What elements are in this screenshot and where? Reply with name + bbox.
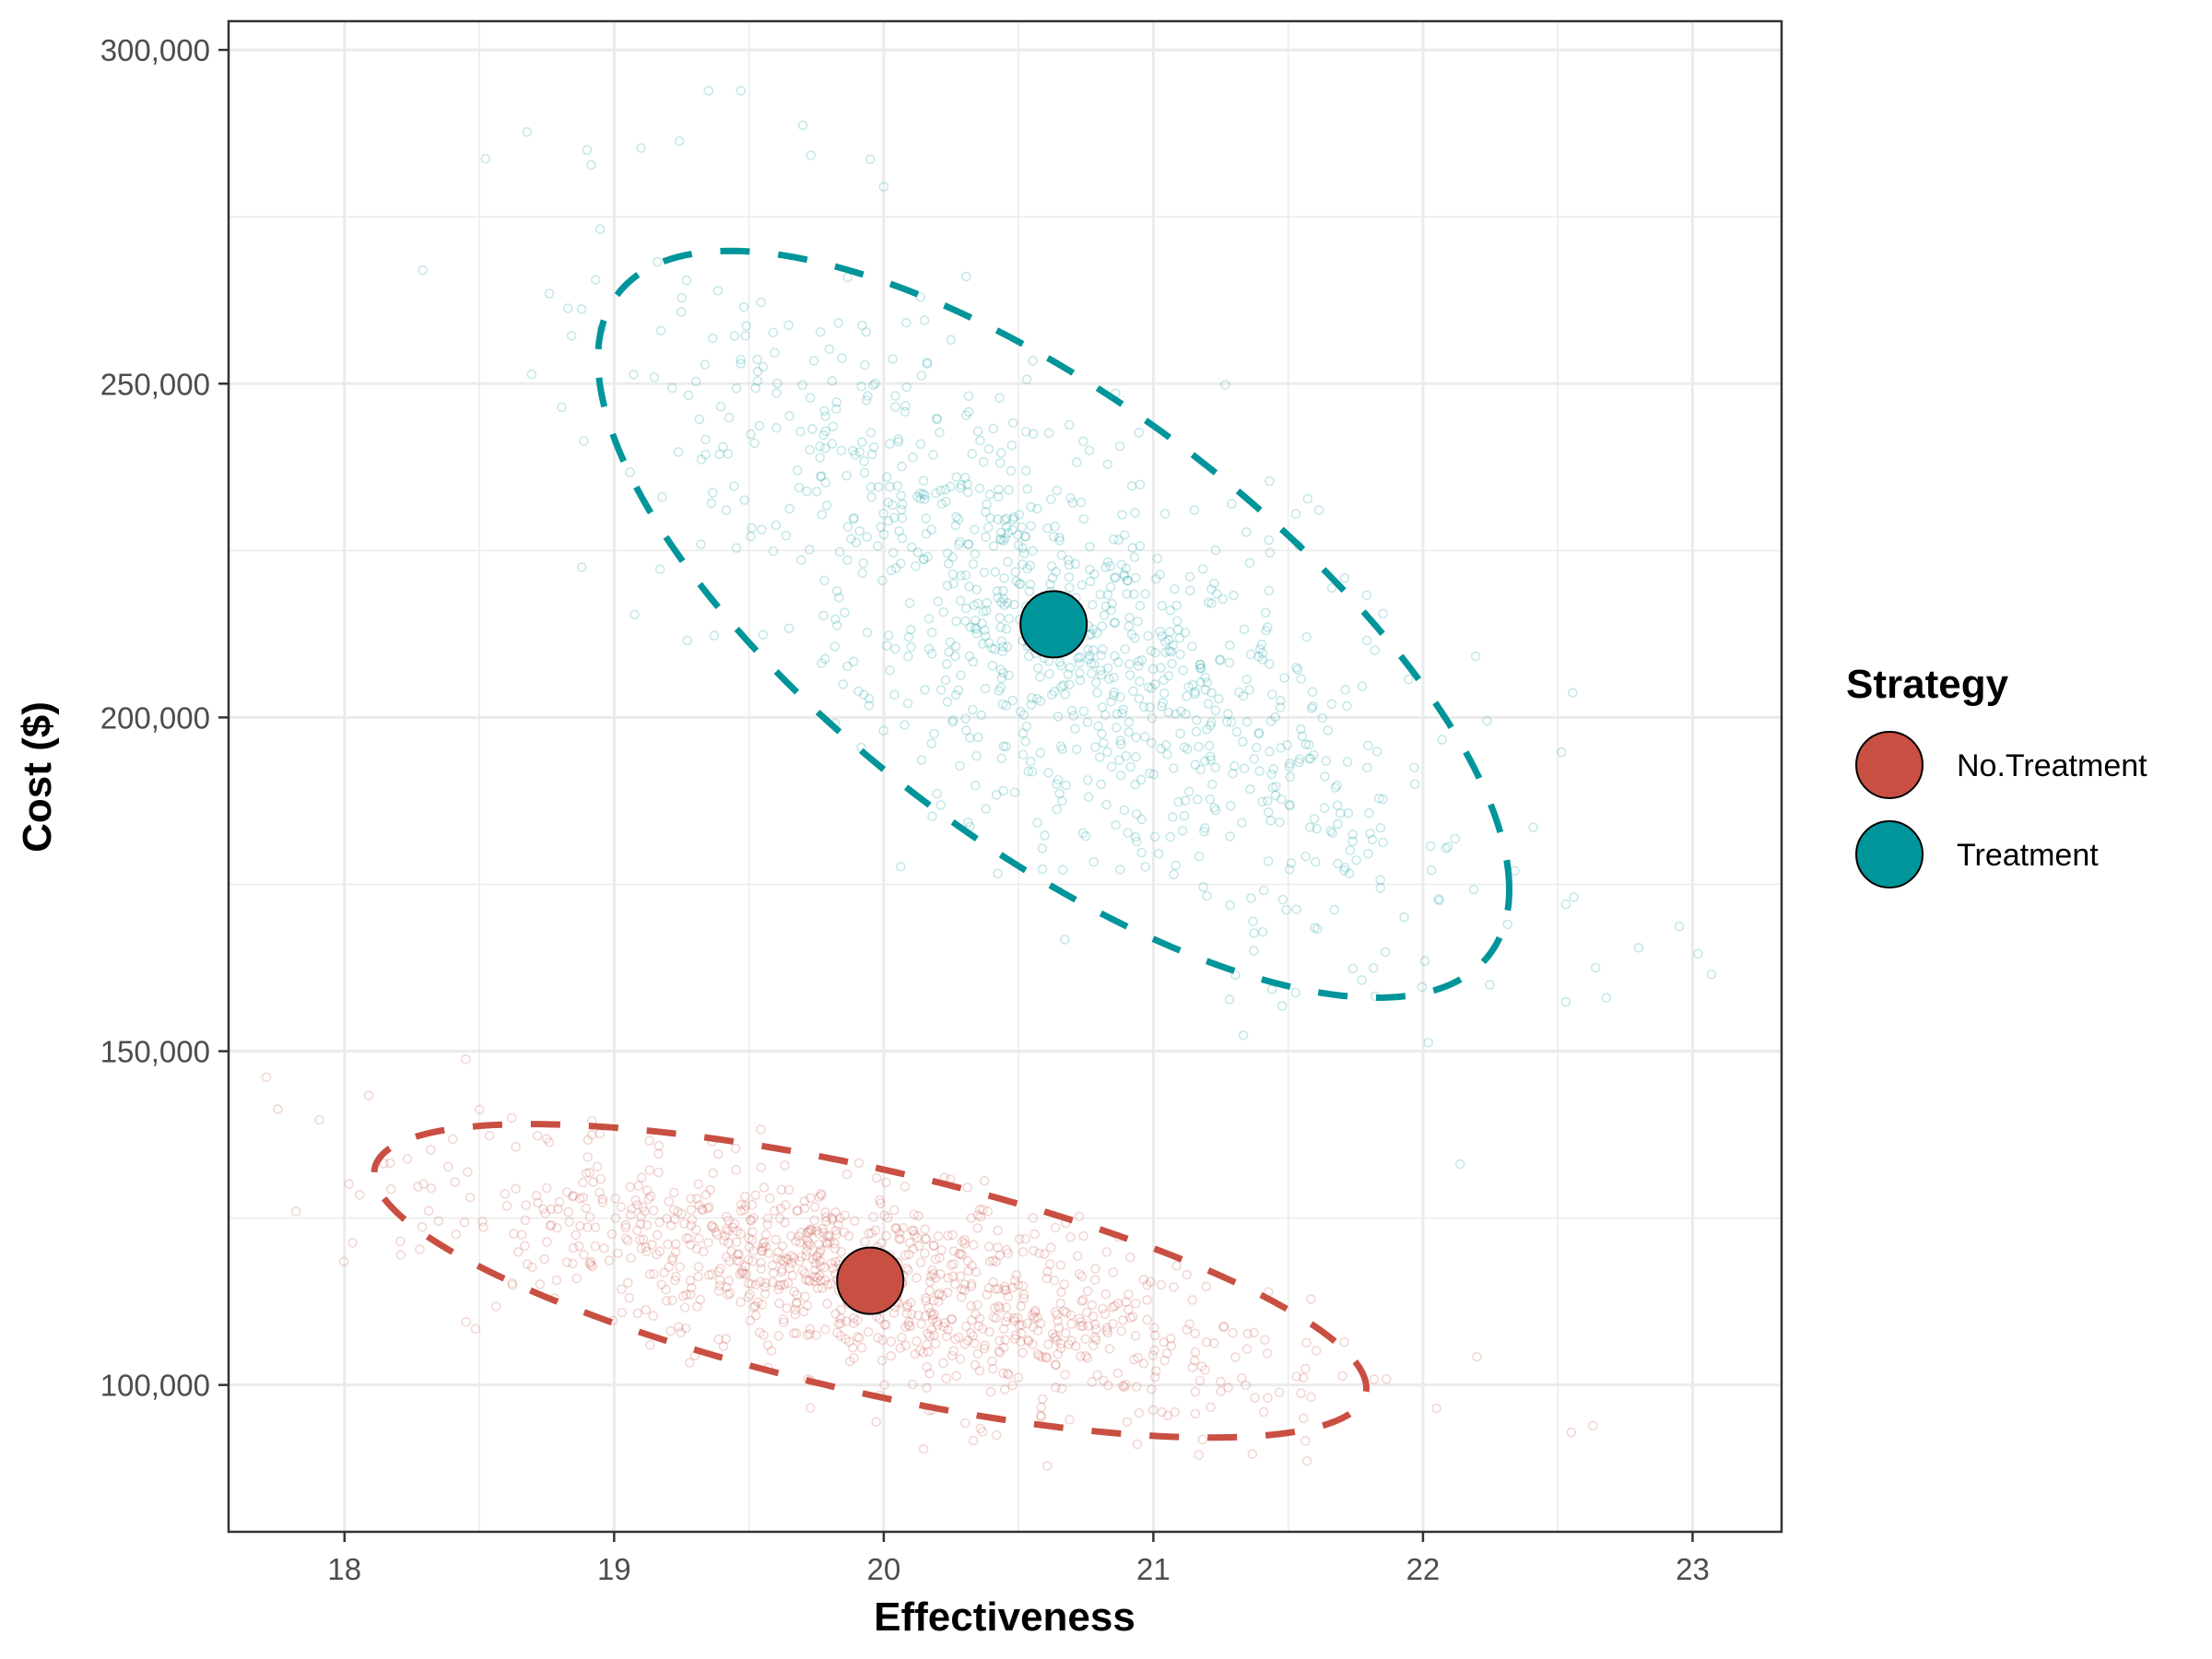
legend-title: Strategy [1846,662,2009,707]
x-tick-label: 22 [1406,1552,1441,1586]
x-axis: 18 19 20 21 22 23 [327,1532,1710,1586]
x-tick-label: 18 [327,1552,361,1586]
x-tick-label: 19 [597,1552,631,1586]
legend: Strategy No.Treatment Treatment [1846,662,2147,888]
legend-label-treatment: Treatment [1957,838,2099,873]
legend-item-treatment: Treatment [1855,820,2099,888]
x-tick-label: 23 [1676,1552,1710,1586]
y-tick-label: 100,000 [100,1369,210,1403]
cost-effectiveness-scatter: 18 19 20 21 22 23 100,000 150,000 200,000 250,00… [15,19,2147,1640]
y-tick-label: 200,000 [100,700,210,735]
legend-label-no-treatment: No.Treatment [1957,748,2147,783]
x-tick-label: 21 [1136,1552,1171,1586]
mean-point-no-treatment [836,1246,905,1315]
legend-key-treatment [1855,820,1924,888]
legend-key-no-treatment [1855,731,1924,799]
plot-background [229,21,1782,1532]
y-axis-title: Cost ($) [15,701,60,853]
mean-point-treatment [1019,590,1088,659]
legend-item-no-treatment: No.Treatment [1855,731,2147,799]
y-axis: 100,000 150,000 200,000 250,000 300,000 [100,33,229,1403]
y-tick-label: 300,000 [100,33,210,67]
y-tick-label: 250,000 [100,367,210,401]
x-axis-title: Effectiveness [874,1594,1135,1640]
y-tick-label: 150,000 [100,1035,210,1069]
x-tick-label: 20 [867,1552,901,1586]
